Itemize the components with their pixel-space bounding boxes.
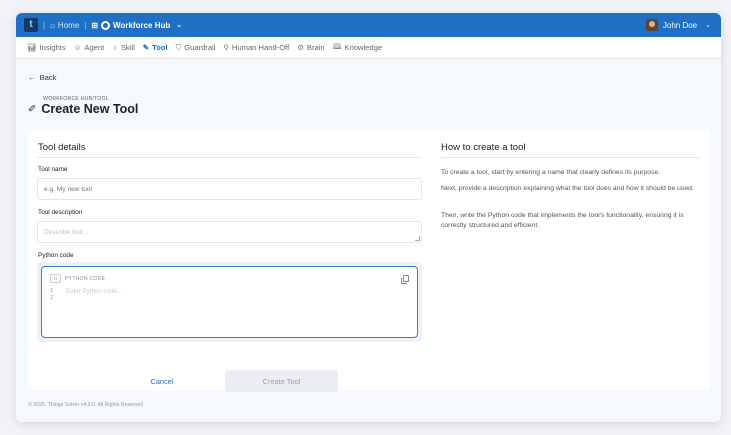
user-menu[interactable]: John Doe ⌄: [645, 13, 711, 37]
arrow-left-icon: ←: [28, 73, 36, 82]
tab-brain[interactable]: ⚙ Brain: [297, 43, 324, 52]
tab-label: Human Hand-Off: [231, 43, 290, 52]
tab-label: Guardrail: [184, 43, 216, 52]
create-tool-button[interactable]: Create Tool: [225, 370, 338, 392]
page-title-row: ✐ Create New Tool: [28, 102, 138, 116]
chart-icon: 📊︎: [27, 43, 37, 52]
pencil-icon: ✐: [28, 103, 37, 115]
help-paragraph: Next, provide a description explaining w…: [441, 185, 694, 192]
tab-guardrail[interactable]: ⛉ Guardrail: [176, 43, 216, 53]
tab-skill[interactable]: ♁ Skill: [112, 43, 135, 52]
tool-name-label: Tool name: [38, 166, 68, 173]
code-editor[interactable]: ‹› PYTHON CODE 1 2 Enter Python code...: [41, 266, 418, 338]
workspace-label: Workforce Hub: [113, 20, 171, 30]
topbar-separator: |: [43, 20, 46, 30]
divider: [441, 157, 701, 158]
home-label: Home: [57, 20, 80, 30]
tool-details-heading: Tool details: [38, 142, 86, 153]
line-numbers: 1 2: [50, 288, 53, 302]
tab-label: Tool: [152, 43, 168, 52]
page-title: Create New Tool: [41, 102, 139, 116]
workspace-icon: [101, 20, 111, 30]
create-tool-card: Tool details Tool name Tool description …: [28, 130, 710, 392]
copy-icon[interactable]: [401, 275, 409, 284]
tab-label: Brain: [306, 43, 325, 52]
home-icon: ⌂: [50, 20, 55, 30]
tool-name-input[interactable]: [37, 178, 422, 200]
cancel-button[interactable]: Cancel: [132, 370, 192, 392]
workspace-switcher[interactable]: ⊞ Workforce Hub ⌄: [91, 20, 183, 30]
tab-human-hand-off[interactable]: ⚲ Human Hand-Off: [223, 43, 289, 52]
tab-insights[interactable]: 📊︎ Insights: [27, 43, 66, 52]
back-button[interactable]: ← Back: [28, 73, 56, 82]
tab-label: Skill: [120, 43, 135, 52]
topbar-separator: |: [84, 20, 87, 30]
user-name: John Doe: [662, 20, 698, 30]
logo-letter: t: [29, 19, 33, 30]
tab-label: Knowledge: [344, 43, 383, 52]
help-paragraph: Then, write the Python code that impleme…: [441, 212, 684, 229]
line-number: 2: [50, 295, 54, 301]
code-editor-header: ‹› PYTHON CODE: [50, 274, 105, 283]
app-window: t | ⌂ Home | ⊞ Workforce Hub ⌄ John Doe …: [16, 13, 721, 422]
code-icon: ‹›: [50, 274, 61, 283]
handoff-icon: ⚲: [223, 43, 229, 52]
tool-icon: ✎: [142, 43, 150, 52]
agent-icon: ☺: [73, 43, 82, 52]
tab-knowledge[interactable]: 🕮︎ Knowledge: [333, 41, 382, 54]
home-link[interactable]: ⌂ Home: [50, 21, 79, 30]
tab-label: Agent: [84, 43, 105, 52]
book-icon: 🕮︎: [332, 42, 342, 51]
back-label: Back: [39, 73, 57, 82]
tab-tool[interactable]: ✎ Tool: [143, 43, 168, 52]
tab-agent[interactable]: ☺ Agent: [74, 43, 105, 52]
tab-label: Insights: [39, 43, 66, 52]
section-tabs: 📊︎ Insights ☺ Agent ♁ Skill ✎ Tool ⛉ Gua…: [16, 37, 721, 59]
python-code-label: Python code: [38, 252, 74, 259]
code-language-label: PYTHON CODE: [65, 275, 106, 282]
grid-icon: ⊞: [91, 20, 99, 30]
chevron-down-icon: ⌄: [176, 22, 183, 29]
divider: [37, 157, 422, 158]
skill-icon: ♁: [112, 43, 118, 52]
chevron-down-icon: ⌄: [705, 22, 711, 29]
line-number: 1: [50, 288, 54, 294]
help-heading: How to create a tool: [441, 142, 526, 153]
avatar: [645, 19, 658, 31]
code-placeholder: Enter Python code...: [66, 288, 123, 295]
help-paragraph: To create a tool, start by entering a na…: [441, 169, 661, 176]
top-bar: t | ⌂ Home | ⊞ Workforce Hub ⌄ John Doe …: [16, 13, 721, 37]
description-placeholder: Describe tool...: [44, 228, 88, 236]
brain-icon: ⚙: [297, 43, 304, 52]
resize-handle[interactable]: [415, 236, 420, 241]
tool-description-label: Tool description: [38, 209, 83, 216]
footer-copyright: © 2025. Things Solver v4.3.0. All Rights…: [28, 402, 144, 408]
app-logo[interactable]: t: [24, 18, 38, 32]
tool-description-input[interactable]: Describe tool...: [37, 221, 422, 243]
code-editor-container: ‹› PYTHON CODE 1 2 Enter Python code...: [37, 262, 422, 342]
shield-icon: ⛉: [175, 42, 182, 52]
